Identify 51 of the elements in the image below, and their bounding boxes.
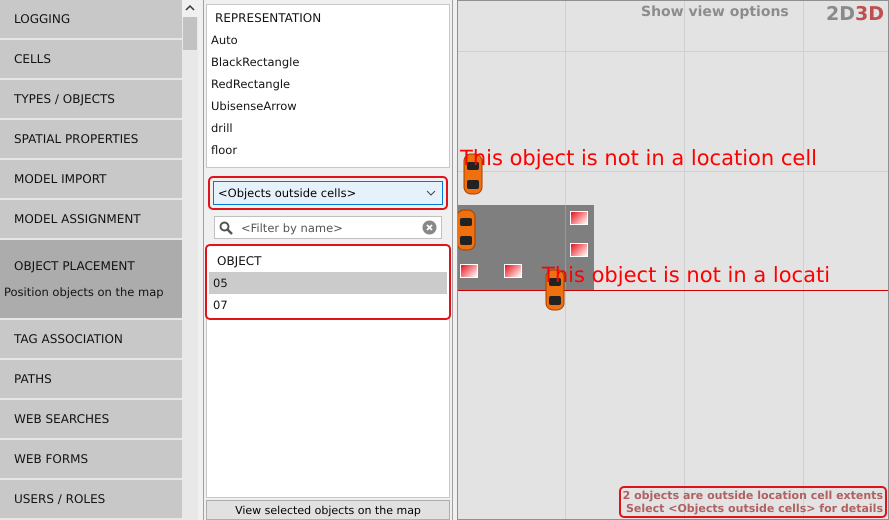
sidebar-item[interactable]: PATHS xyxy=(0,360,182,398)
car-icon xyxy=(458,209,476,251)
sidebar-item[interactable]: WEB FORMS xyxy=(0,440,182,478)
tag-marker xyxy=(570,211,588,225)
sidebar-item-label: TYPES / OBJECTS xyxy=(13,92,116,106)
list-header: REPRESENTATION xyxy=(214,10,322,27)
list-item[interactable]: drill xyxy=(207,117,449,139)
sidebar-item[interactable]: TAG ASSOCIATION xyxy=(0,320,182,358)
sidebar-item-label: WEB FORMS xyxy=(13,452,90,466)
view-on-map-button[interactable]: View selected objects on the map xyxy=(206,500,450,520)
list-header: OBJECT xyxy=(216,253,263,270)
scrollbar-thumb[interactable] xyxy=(183,17,197,50)
sidebar-item-label: PATHS xyxy=(13,372,53,386)
sidebar-item-label: MODEL IMPORT xyxy=(13,172,108,186)
clear-icon[interactable] xyxy=(422,220,437,235)
list-row[interactable]: 05 xyxy=(209,272,447,294)
filter-field[interactable]: <Filter by name> xyxy=(239,220,416,236)
sidebar-item[interactable]: MODEL IMPORT xyxy=(0,160,182,198)
sidebar-item[interactable]: CELLS xyxy=(0,40,182,78)
sidebar-item[interactable]: LOGGING xyxy=(0,0,182,38)
tag-marker xyxy=(570,243,588,257)
sidebar-item-label: TAG ASSOCIATION xyxy=(13,332,124,346)
list-item[interactable]: Auto xyxy=(207,29,449,51)
list-item[interactable]: BlackRectangle xyxy=(207,51,449,73)
sidebar-item-label: SPATIAL PROPERTIES xyxy=(13,132,140,146)
sidebar-item-label: MODEL ASSIGNMENT xyxy=(13,212,142,226)
sidebar-item-label: USERS / ROLES xyxy=(13,492,106,506)
status-line: Select <Objects outside cells> for details xyxy=(626,502,883,515)
tag-marker xyxy=(460,264,478,278)
status-line: 2 objects are outside location cell extents xyxy=(622,489,883,502)
3d-mode-button[interactable]: 3D xyxy=(855,3,884,25)
sidebar-item-label: CELLS xyxy=(13,52,52,66)
tag-marker xyxy=(504,264,522,278)
list-item[interactable]: UbisenseArrow xyxy=(207,95,449,117)
scroll-up-icon[interactable] xyxy=(182,0,198,17)
sidebar-item[interactable]: SPATIAL PROPERTIES xyxy=(0,120,182,158)
filter-box[interactable]: <Filter by name> xyxy=(214,216,442,239)
list-item[interactable]: floor xyxy=(207,139,449,161)
sidebar-item-label: OBJECT PLACEMENT xyxy=(13,259,136,273)
sidebar-item[interactable]: TYPES / OBJECTS xyxy=(0,80,182,118)
search-icon xyxy=(219,220,233,234)
cell-dropdown[interactable]: <Objects outside cells> xyxy=(213,181,443,205)
sidebar-item-label: LOGGING xyxy=(13,12,72,26)
sidebar-item[interactable]: WEB SEARCHES xyxy=(0,400,182,438)
list-item[interactable]: RedRectangle xyxy=(207,73,449,95)
sidebar-item[interactable]: USERS / ROLES xyxy=(0,480,182,518)
sidebar-item[interactable]: OBJECT PLACEMENT Position objects on the map xyxy=(0,240,182,318)
sidebar-item-description: Position objects on the map xyxy=(4,285,165,299)
chevron-down-icon xyxy=(426,190,436,196)
sidebar-item-label: WEB SEARCHES xyxy=(13,412,110,426)
sidebar-item[interactable]: MODEL ASSIGNMENT xyxy=(0,200,182,238)
